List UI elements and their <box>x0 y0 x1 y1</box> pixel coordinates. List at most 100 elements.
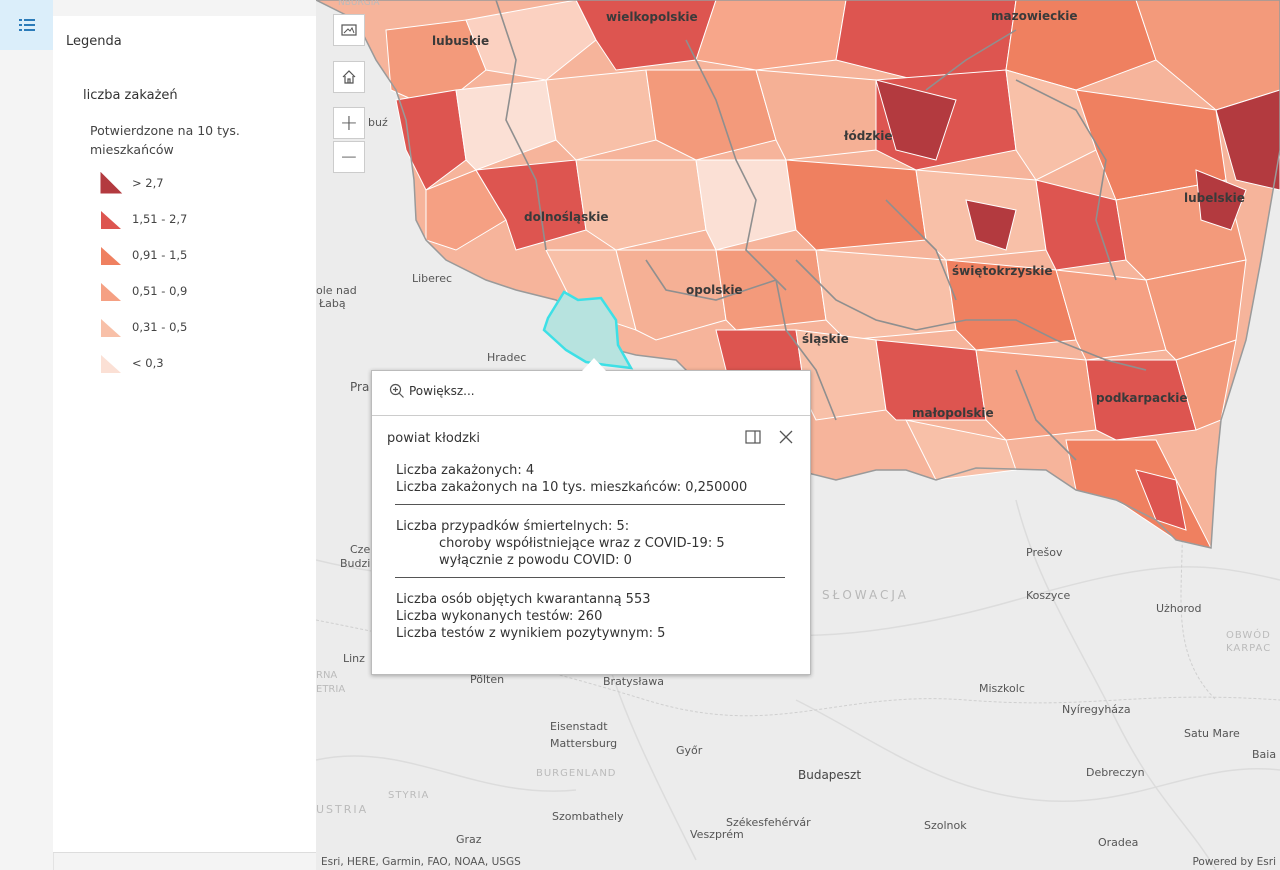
place-label: Koszyce <box>1026 589 1071 602</box>
feature-popup: Powiększ... powiat kłodzki Liczba zakażo… <box>371 358 811 675</box>
place-label: Szombathely <box>552 810 624 823</box>
popup-infected-count: Liczba zakażonych: 4 <box>396 463 535 478</box>
legend-panel: Legenda liczba zakażeń Potwierdzone na 1… <box>53 0 317 853</box>
legend-topbar <box>53 0 316 16</box>
home-icon <box>342 70 356 84</box>
partial-place-label: STYRIA <box>388 790 430 801</box>
place-label: Budapeszt <box>798 768 862 782</box>
popup-zoom-label: Powiększ... <box>409 384 475 398</box>
legend-class-item: > 2,7 <box>99 171 164 195</box>
dock-icon <box>745 430 761 444</box>
partial-place-label: Cze <box>350 543 371 556</box>
legend-toggle-button[interactable] <box>0 0 53 50</box>
popup-separator <box>395 504 785 505</box>
popup-divider <box>372 415 810 416</box>
region-label: lubuskie <box>432 34 490 48</box>
place-label: Liberec <box>412 272 453 285</box>
region-label: opolskie <box>686 283 743 297</box>
popup-deaths-covid-only: wyłącznie z powodu COVID: 0 <box>439 553 632 568</box>
region-label: świętokrzyskie <box>952 264 1053 278</box>
home-button[interactable] <box>333 61 365 93</box>
legend-class-label: 0,91 - 1,5 <box>132 248 188 262</box>
place-label: Debreczyn <box>1086 766 1145 779</box>
partial-place-label: OBWÓD <box>1226 630 1271 641</box>
basemap-gallery-icon <box>341 24 357 36</box>
legend-swatch <box>101 211 121 229</box>
partial-place-label: Łabą <box>319 297 346 310</box>
legend-title: Legenda <box>66 34 122 49</box>
popup-close-button[interactable] <box>777 428 795 446</box>
place-label: Graz <box>456 833 482 846</box>
place-label: Veszprém <box>690 828 744 841</box>
region-label: łódzkie <box>844 129 893 143</box>
legend-class-label: 0,31 - 0,5 <box>132 320 188 334</box>
powered-by-esri[interactable]: Powered by Esri <box>1192 856 1276 868</box>
popup-deaths: Liczba przypadków śmiertelnych: 5: <box>396 519 630 534</box>
popup-tests-positive: Liczba testów z wynikiem pozytywnym: 5 <box>396 626 666 641</box>
partial-place-label: NBURGIA <box>338 0 380 8</box>
region-label: podkarpackie <box>1096 391 1188 405</box>
partial-place-label: Prа <box>350 380 370 394</box>
popup-zoom-to-button[interactable]: Powiększ... <box>389 383 475 399</box>
place-label: Szolnok <box>924 819 967 832</box>
place-label: Mattersburg <box>550 737 618 750</box>
zoom-out-button[interactable]: − <box>333 141 365 173</box>
partial-place-label: buź <box>368 116 388 129</box>
legend-class-item: 0,91 - 1,5 <box>99 243 187 267</box>
legend-class-item: 0,51 - 0,9 <box>99 279 187 303</box>
legend-swatch <box>101 247 121 265</box>
region-label: dolnośląskie <box>524 210 609 224</box>
legend-class-item: < 0,3 <box>99 351 164 375</box>
legend-layer-name: liczba zakażeń <box>83 88 178 103</box>
place-label: Oradea <box>1098 836 1139 849</box>
country-label: SŁOWACJA <box>822 588 909 602</box>
legend-class-item: 0,31 - 0,5 <box>99 315 187 339</box>
region-label: lubelskie <box>1184 191 1245 205</box>
basemap-gallery-button[interactable] <box>333 14 365 46</box>
place-label: Győr <box>676 744 703 757</box>
legend-swatch <box>101 355 121 373</box>
partial-place-label: RNA <box>316 670 338 681</box>
popup-separator <box>395 577 785 578</box>
legend-class-label: < 0,3 <box>132 356 164 370</box>
place-label: Eisenstadt <box>550 720 608 733</box>
popup-pointer <box>582 358 606 371</box>
popup-infected-per-10k: Liczba zakażonych na 10 tys. mieszkańców… <box>396 480 748 495</box>
partial-place-label: KARPAC <box>1226 643 1272 654</box>
zoom-in-button[interactable]: + <box>333 107 365 139</box>
popup-content: Liczba zakażonych: 4 Liczba zakażonych n… <box>395 462 791 642</box>
region-label: mazowieckie <box>991 9 1078 23</box>
legend-list-icon <box>18 19 35 31</box>
legend-class-label: > 2,7 <box>132 176 164 190</box>
region-label: wielkopolskie <box>606 10 698 24</box>
place-label: Linz <box>343 652 365 665</box>
partial-place-label: ETRIA <box>316 684 346 695</box>
legend-class-label: 1,51 - 2,7 <box>132 212 188 226</box>
place-label: Satu Mare <box>1184 727 1240 740</box>
popup-tests-done: Liczba wykonanych testów: 260 <box>396 609 603 624</box>
legend-class-label: 0,51 - 0,9 <box>132 284 188 298</box>
magnifier-plus-icon <box>389 383 404 398</box>
legend-swatch <box>100 172 123 194</box>
legend-swatch <box>101 319 121 337</box>
place-label: Hradec <box>487 351 527 364</box>
place-label: Prešov <box>1026 546 1063 559</box>
place-label: Nyíregyháza <box>1062 703 1131 716</box>
close-icon <box>779 430 793 444</box>
place-label: Miszkolc <box>979 682 1025 695</box>
partial-place-label: ole nad <box>316 284 357 297</box>
partial-place-label: BURGENLAND <box>536 768 617 779</box>
popup-quarantine: Liczba osób objętych kwarantanną 553 <box>396 592 651 607</box>
place-label: Użhorod <box>1156 602 1202 615</box>
legend-class-item: 1,51 - 2,7 <box>99 207 187 231</box>
place-label: Bratysława <box>603 675 664 688</box>
partial-place-label: USTRIA <box>316 803 369 816</box>
popup-title: powiat kłodzki <box>387 431 481 446</box>
region-label: śląskie <box>802 332 849 346</box>
popup-dock-button[interactable] <box>744 428 762 446</box>
legend-swatch <box>101 283 121 301</box>
place-label: Baia <box>1252 748 1277 761</box>
popup-deaths-comorbid: choroby współistniejące wraz z COVID-19:… <box>439 536 725 551</box>
legend-field-label: Potwierdzone na 10 tys. mieszkańców <box>90 123 240 157</box>
region-label: małopolskie <box>912 406 994 420</box>
